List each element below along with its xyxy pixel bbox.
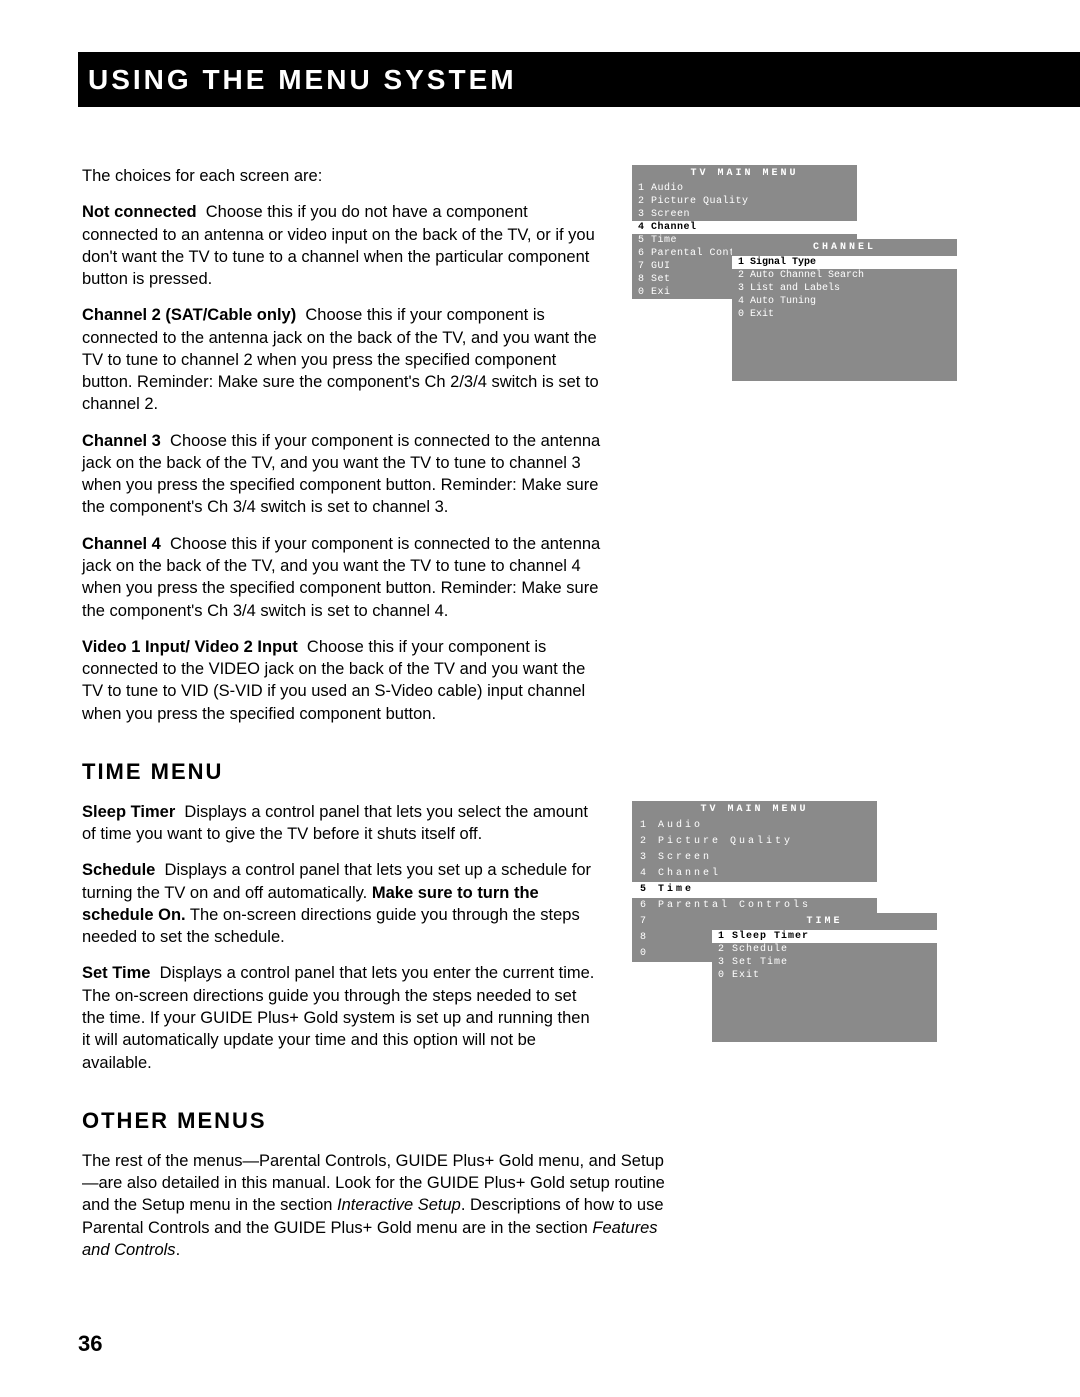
menu-item: 2 Picture Quality — [632, 834, 877, 850]
section-channel-choices: The choices for each screen are: Not con… — [82, 165, 1002, 739]
header-gap — [0, 52, 78, 107]
submenu-item: 4 Auto Tuning — [732, 295, 957, 308]
header-bar: Using the Menu System — [0, 52, 1080, 107]
text-column-3: The rest of the menus—Parental Controls,… — [82, 1150, 667, 1261]
term: Channel 4 — [82, 535, 161, 553]
text-column-1: The choices for each screen are: Not con… — [82, 165, 602, 739]
submenu-item: 3 Set Time — [712, 956, 937, 969]
option-channel-2: Channel 2 (SAT/Cable only) Choose this i… — [82, 304, 602, 415]
option-channel-3: Channel 3 Choose this if your component … — [82, 430, 602, 519]
submenu-item-selected: 1 Signal Type — [732, 256, 957, 269]
time-schedule: Schedule Displays a control panel that l… — [82, 859, 602, 948]
submenu-item: 0 Exit — [732, 308, 957, 321]
body: . — [176, 1241, 181, 1259]
term: Channel 2 (SAT/Cable only) — [82, 306, 296, 324]
submenu-item: 2 Auto Channel Search — [732, 269, 957, 282]
text-column-2: Sleep Timer Displays a control panel tha… — [82, 801, 602, 1088]
figure-channel-menu: TV MAIN MENU 1 Audio 2 Picture Quality 3… — [632, 165, 992, 435]
option-not-connected: Not connected Choose this if you do not … — [82, 201, 602, 290]
submenu-item: 0 Exit — [712, 969, 937, 982]
figure-time-menu: TV MAIN MENU 1 Audio 2 Picture Quality 3… — [632, 801, 992, 1081]
channel-submenu: CHANNEL 1 Signal Type 2 Auto Channel Sea… — [732, 239, 957, 381]
term: Video 1 Input/ Video 2 Input — [82, 638, 298, 656]
menu-item: 3 Screen — [632, 850, 877, 866]
term: Sleep Timer — [82, 803, 175, 821]
time-submenu: TIME 1 Sleep Timer 2 Schedule 3 Set Time… — [712, 913, 937, 1042]
menu-title: TV MAIN MENU — [632, 165, 857, 182]
menu-item-selected: 4 Channel — [632, 221, 857, 234]
section-time-menu: Sleep Timer Displays a control panel tha… — [82, 801, 1002, 1088]
heading-other-menus: Other Menus — [82, 1108, 1002, 1134]
intro-line: The choices for each screen are: — [82, 165, 602, 187]
term: Channel 3 — [82, 432, 161, 450]
submenu-title: TIME — [712, 913, 937, 930]
menu-item: 1 Audio — [632, 818, 877, 834]
page-number: 36 — [78, 1331, 102, 1357]
menu-item: 4 Channel — [632, 866, 877, 882]
submenu-item: 3 List and Labels — [732, 282, 957, 295]
submenu-item: 2 Schedule — [712, 943, 937, 956]
time-set-time: Set Time Displays a control panel that l… — [82, 962, 602, 1073]
menu-item-selected: 5 Time — [632, 882, 877, 898]
italic-ref: Interactive Setup — [337, 1196, 461, 1214]
menu-item: 6 Parental Controls — [632, 898, 877, 914]
option-video-input: Video 1 Input/ Video 2 Input Choose this… — [82, 636, 602, 725]
body: Displays a control panel that lets you e… — [82, 964, 594, 1071]
menu-item: 1 Audio — [632, 182, 857, 195]
other-menus-paragraph: The rest of the menus—Parental Controls,… — [82, 1150, 667, 1261]
page-title: Using the Menu System — [78, 52, 537, 108]
term: Not connected — [82, 203, 197, 221]
menu-item: 2 Picture Quality — [632, 195, 857, 208]
heading-time-menu: Time Menu — [82, 759, 1002, 785]
option-channel-4: Channel 4 Choose this if your component … — [82, 533, 602, 622]
submenu-title: CHANNEL — [732, 239, 957, 256]
term: Schedule — [82, 861, 155, 879]
menu-title: TV MAIN MENU — [632, 801, 877, 818]
page-content: The choices for each screen are: Not con… — [82, 165, 1002, 1275]
menu-item: 3 Screen — [632, 208, 857, 221]
submenu-item-selected: 1 Sleep Timer — [712, 930, 937, 943]
term: Set Time — [82, 964, 150, 982]
time-sleep-timer: Sleep Timer Displays a control panel tha… — [82, 801, 602, 846]
